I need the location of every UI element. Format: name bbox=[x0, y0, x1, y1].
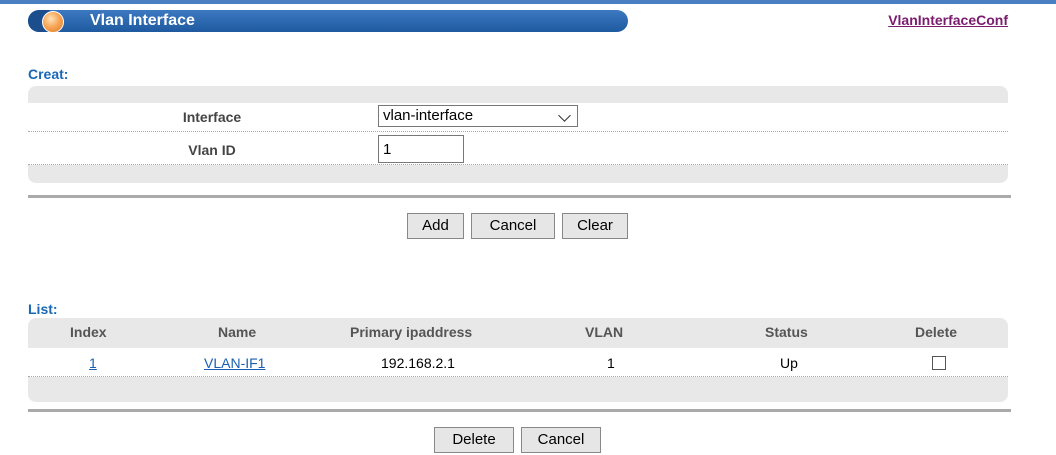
row-index-link[interactable]: 1 bbox=[89, 355, 97, 371]
col-primary-ip: Primary ipaddress bbox=[350, 324, 473, 340]
table-row bbox=[28, 348, 1008, 377]
row-name-link[interactable]: VLAN-IF1 bbox=[204, 355, 265, 371]
clear-button[interactable]: Clear bbox=[562, 213, 628, 239]
vlan-id-label: Vlan ID bbox=[188, 142, 236, 158]
col-name: Name bbox=[218, 324, 257, 340]
vlan-interface-conf-link[interactable]: VlanInterfaceConf bbox=[888, 12, 1008, 28]
row-primary-ip: 192.168.2.1 bbox=[381, 355, 455, 371]
list-cancel-button[interactable]: Cancel bbox=[521, 427, 601, 453]
col-vlan: VLAN bbox=[585, 324, 624, 340]
col-index: Index bbox=[70, 324, 107, 340]
creat-section-label: Creat: bbox=[28, 66, 69, 82]
interface-select-value: vlan-interface bbox=[383, 107, 474, 124]
add-button[interactable]: Add bbox=[407, 213, 464, 239]
orb-icon bbox=[42, 11, 64, 33]
list-divider bbox=[28, 409, 1011, 412]
page-title: Vlan Interface bbox=[90, 12, 195, 29]
col-delete: Delete bbox=[915, 324, 958, 340]
row-status: Up bbox=[780, 355, 798, 371]
interface-select[interactable]: vlan-interface bbox=[378, 105, 578, 127]
col-status: Status bbox=[765, 324, 808, 340]
row-delete-checkbox[interactable] bbox=[932, 356, 946, 370]
top-accent-line bbox=[0, 0, 1056, 4]
chevron-down-icon bbox=[558, 109, 571, 122]
vlan-id-input[interactable] bbox=[378, 135, 464, 163]
creat-divider bbox=[28, 195, 1011, 198]
creat-cancel-button[interactable]: Cancel bbox=[471, 213, 555, 239]
list-section-label: List: bbox=[28, 301, 58, 317]
delete-button[interactable]: Delete bbox=[434, 427, 514, 453]
interface-label: Interface bbox=[182, 109, 242, 125]
row-vlan: 1 bbox=[607, 355, 615, 371]
title-bar: Vlan Interface bbox=[28, 10, 628, 33]
